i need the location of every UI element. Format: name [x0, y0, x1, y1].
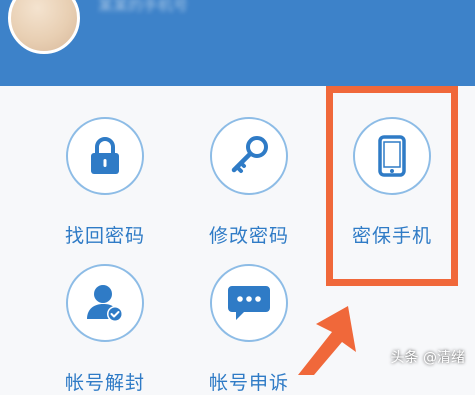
- avatar[interactable]: [8, 0, 80, 54]
- menu-item-label: 修改密码: [208, 225, 289, 247]
- account-unblock-icon-circle: [66, 264, 144, 342]
- chat-bubble-icon: [228, 286, 270, 320]
- retrieve-password-icon-circle: [66, 117, 144, 195]
- profile-header: 某某的手机号: [0, 0, 475, 86]
- menu-item-retrieve-password[interactable]: 找回密码: [45, 117, 165, 248]
- lock-icon: [91, 137, 119, 174]
- watermark: 头条 @清绪: [390, 350, 465, 366]
- arrow-annotation-icon: [298, 306, 356, 375]
- key-icon: [231, 136, 268, 173]
- change-password-icon-circle: [210, 117, 288, 195]
- highlight-box: [326, 86, 458, 286]
- menu-item-account-unblock[interactable]: 帐号解封: [45, 264, 165, 395]
- user-check-icon: [87, 285, 123, 322]
- menu-item-label: 帐号解封: [64, 372, 145, 394]
- user-name: 某某的手机号: [98, 0, 189, 14]
- menu-item-label: 找回密码: [64, 225, 145, 247]
- menu-item-change-password[interactable]: 修改密码: [189, 117, 309, 248]
